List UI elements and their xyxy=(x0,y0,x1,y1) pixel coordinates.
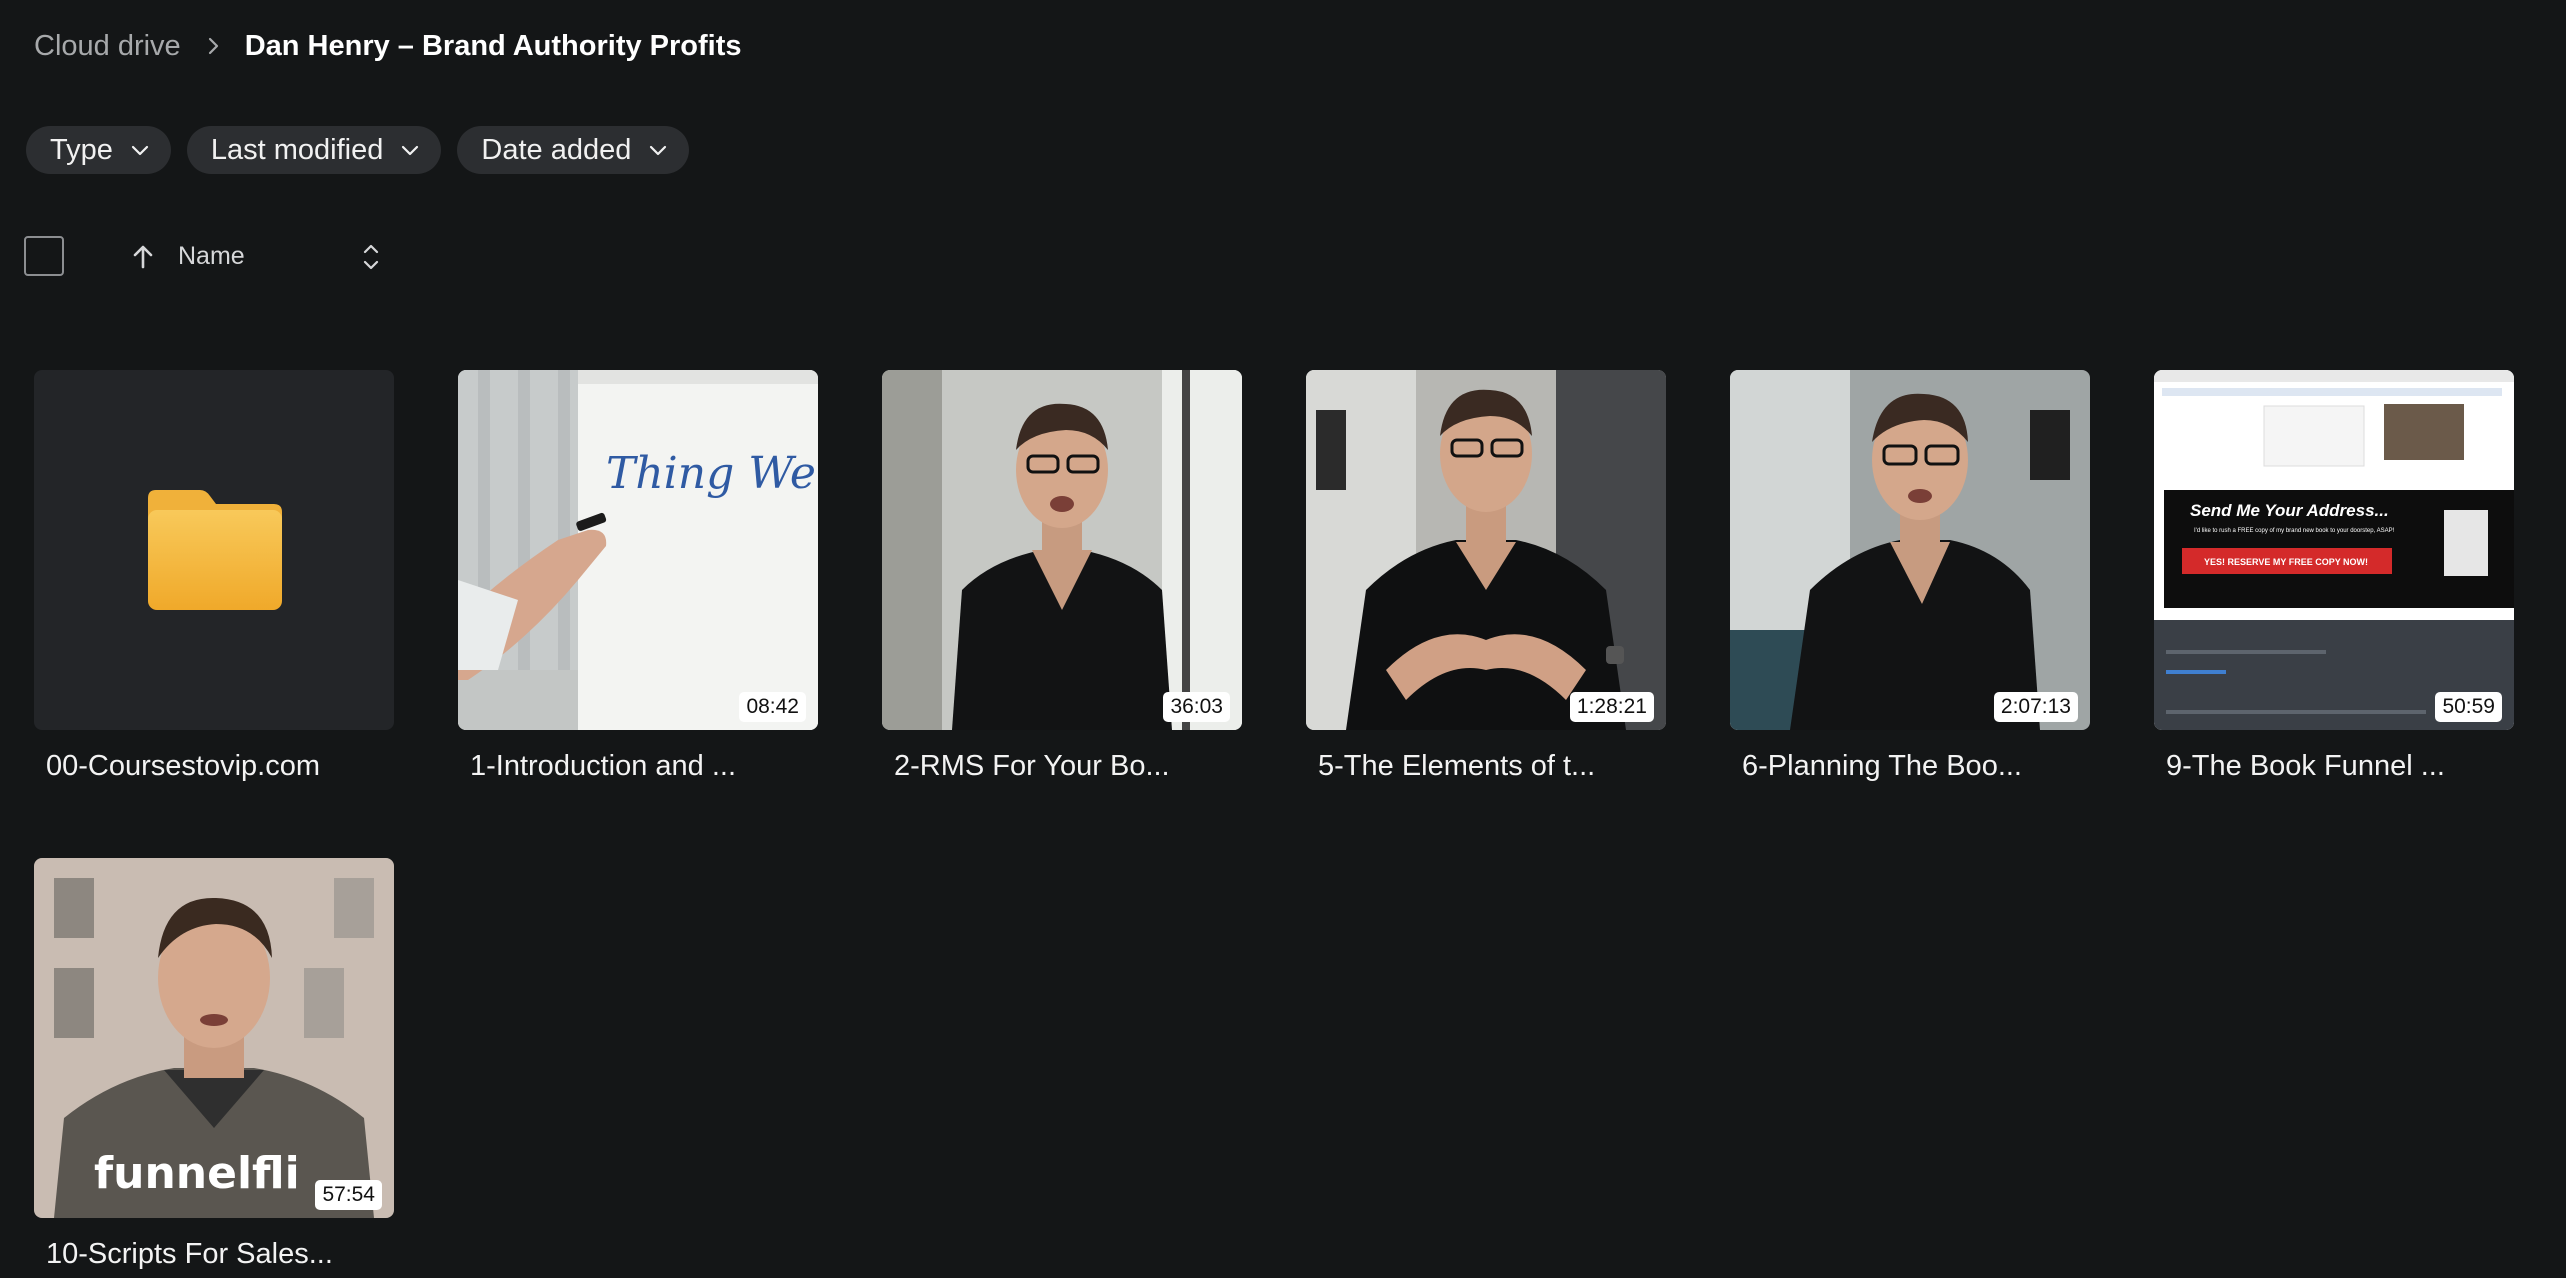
item-name: 2-RMS For Your Bo... xyxy=(894,750,1170,782)
funnel-headline: Send Me Your Address... xyxy=(2190,501,2389,520)
shirt-text: funnelfli xyxy=(94,1148,300,1199)
filter-bar: Type Last modified Date added xyxy=(26,126,690,174)
video-tile[interactable]: 2:07:13 6-Planning The Boo... xyxy=(1730,370,2090,783)
folder-icon xyxy=(148,490,282,610)
list-header: Name xyxy=(24,236,384,280)
filter-label: Date added xyxy=(481,133,632,166)
video-tile[interactable]: Send Me Your Address... I'd like to rush… xyxy=(2154,370,2514,783)
item-name: 10-Scripts For Sales... xyxy=(46,1238,333,1270)
duration-badge: 08:42 xyxy=(739,692,806,722)
video-thumbnail: Send Me Your Address... I'd like to rush… xyxy=(2154,370,2514,730)
chevron-right-icon xyxy=(193,26,233,66)
duration-badge: 50:59 xyxy=(2435,692,2502,722)
duration-badge: 36:03 xyxy=(1163,692,1230,722)
folder-tile[interactable]: 00-Coursestovip.com xyxy=(34,370,394,783)
item-name: 00-Coursestovip.com xyxy=(46,750,320,782)
video-thumbnail: 2:07:13 xyxy=(1730,370,2090,730)
funnel-button-text: YES! RESERVE MY FREE COPY NOW! xyxy=(2204,557,2368,567)
video-thumbnail: funnelfli 57:54 xyxy=(34,858,394,1218)
video-thumbnail: Thing We Are Tryi 08:42 xyxy=(458,370,818,730)
duration-badge: 2:07:13 xyxy=(1993,692,2078,722)
sort-toggle-icon[interactable] xyxy=(354,238,388,276)
breadcrumb: Cloud drive Dan Henry – Brand Authority … xyxy=(34,26,742,66)
filter-label: Type xyxy=(50,133,113,166)
breadcrumb-current-folder: Dan Henry – Brand Authority Profits xyxy=(244,29,742,62)
duration-badge: 57:54 xyxy=(315,1180,382,1210)
filter-label: Last modified xyxy=(210,133,384,166)
chevron-down-icon xyxy=(647,139,669,161)
filter-last-modified-button[interactable]: Last modified xyxy=(186,126,442,174)
item-name: 9-The Book Funnel ... xyxy=(2166,750,2445,782)
whiteboard-writing: Thing We Are Tryi xyxy=(606,448,818,499)
video-thumbnail: 36:03 xyxy=(882,370,1242,730)
video-thumbnail: 1:28:21 xyxy=(1306,370,1666,730)
funnel-subtext: I'd like to rush a FREE copy of my brand… xyxy=(2194,528,2395,534)
item-name: 6-Planning The Boo... xyxy=(1742,750,2022,782)
breadcrumb-root-link[interactable]: Cloud drive xyxy=(34,30,181,63)
item-name: 1-Introduction and ... xyxy=(470,750,736,782)
video-tile[interactable]: Thing We Are Tryi 08:42 1-Introduction a… xyxy=(458,370,818,783)
chevron-down-icon xyxy=(129,139,151,161)
filter-date-added-button[interactable]: Date added xyxy=(457,126,690,174)
sort-ascending-icon[interactable] xyxy=(128,242,158,272)
cloud-drive-page: Cloud drive Dan Henry – Brand Authority … xyxy=(0,0,2566,1278)
video-tile[interactable]: funnelfli 57:54 10-Scripts For Sales... xyxy=(34,858,394,1271)
item-name: 5-The Elements of t... xyxy=(1318,750,1596,782)
sort-by-name-label[interactable]: Name xyxy=(178,242,245,271)
folder-thumbnail xyxy=(34,370,394,730)
chevron-down-icon xyxy=(399,139,421,161)
video-tile[interactable]: 1:28:21 5-The Elements of t... xyxy=(1306,370,1666,783)
video-tile[interactable]: 36:03 2-RMS For Your Bo... xyxy=(882,370,1242,783)
duration-badge: 1:28:21 xyxy=(1569,692,1654,722)
select-all-checkbox[interactable] xyxy=(24,236,64,276)
filter-type-button[interactable]: Type xyxy=(26,126,171,174)
